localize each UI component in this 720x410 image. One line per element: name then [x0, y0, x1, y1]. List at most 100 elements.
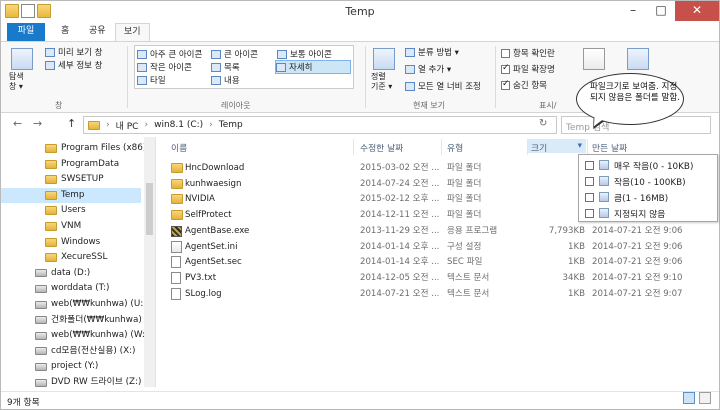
folder-icon	[171, 163, 183, 173]
maximize-button[interactable]: □	[647, 1, 675, 21]
column-header-modified[interactable]: 수정한 날짜	[360, 141, 403, 154]
file-size: 1KB	[568, 241, 585, 252]
column-header-created[interactable]: 만든 날짜	[592, 141, 627, 154]
layout-large-icons[interactable]: 큰 아이콘	[211, 48, 258, 60]
nav-item[interactable]: SWSETUP	[1, 172, 104, 187]
nav-item[interactable]: Windows	[1, 235, 100, 250]
layout-tiles[interactable]: 타일	[137, 74, 166, 86]
nav-item[interactable]: Users	[1, 203, 86, 218]
layout-list[interactable]: 목록	[211, 61, 240, 73]
breadcrumb-item-drive[interactable]: win8.1 (C:)	[154, 120, 203, 130]
file-icon	[171, 287, 181, 300]
file-name: PV3.txt	[185, 272, 217, 283]
column-divider[interactable]	[441, 139, 442, 155]
column-header-type[interactable]: 유형	[447, 141, 463, 154]
layout-content[interactable]: 내용	[211, 74, 240, 86]
tab-home[interactable]: 홈	[53, 23, 77, 41]
size-all-columns-button[interactable]: 모든 열 너비 조정	[405, 80, 481, 92]
column-divider[interactable]	[353, 139, 354, 155]
details-view-icon[interactable]	[683, 392, 695, 404]
folder-icon	[45, 222, 57, 231]
minimize-button[interactable]: –	[619, 1, 647, 21]
size-filter-option-small[interactable]: 작음(10 - 100KB)	[585, 174, 686, 188]
folder-icon	[171, 194, 183, 205]
file-row[interactable]: AgentSet.ini 2014-01-14 오후 ... 구성 설정 1KB 201…	[161, 240, 720, 255]
layout-extra-large-icons[interactable]: 아주 큰 아이콘	[137, 48, 202, 60]
nav-item[interactable]: Temp	[1, 187, 141, 203]
group-by-button[interactable]: 분류 방법 ▾	[405, 46, 459, 58]
filter-checkbox[interactable]	[585, 176, 594, 186]
nav-item[interactable]: XecureSSL	[1, 250, 107, 265]
navigation-pane-scrollbar[interactable]	[144, 137, 155, 387]
nav-item[interactable]: web(₩₩kunhwa) (W:)	[1, 328, 148, 343]
sort-by-button[interactable]: 정렬 기준 ▾	[371, 72, 392, 92]
nav-item[interactable]: data (D:)	[1, 266, 90, 281]
nav-item[interactable]: Program Files (x86)	[1, 141, 146, 156]
breadcrumb-item-this-pc[interactable]: 내 PC	[116, 119, 139, 132]
hidden-items-checkbox[interactable]	[501, 79, 510, 90]
breadcrumb-item-temp[interactable]: Temp	[219, 120, 243, 130]
item-checkboxes-option[interactable]: 항목 확인란	[501, 47, 555, 59]
nav-item-label: 건화폴더(₩₩kunhwa) (V:	[51, 314, 156, 325]
address-bar[interactable]: › 내 PC › win8.1 (C:) › Temp	[83, 116, 557, 134]
list-icon	[211, 62, 221, 72]
nav-item[interactable]: VNM	[1, 219, 81, 234]
nav-item[interactable]: ProgramData	[1, 157, 119, 172]
size-filter-option-tiny[interactable]: 매우 작음(0 - 10KB)	[585, 158, 693, 172]
drive-icon	[35, 269, 47, 278]
filter-dropdown-icon[interactable]: ▾	[578, 141, 582, 151]
navigation-pane-icon[interactable]	[11, 48, 33, 70]
hidden-items-option[interactable]: 숨긴 항목	[501, 79, 547, 91]
add-columns-icon	[405, 64, 415, 74]
size-filter-option-unspecified[interactable]: 지정되지 않음	[585, 206, 665, 220]
scrollbar-thumb[interactable]	[146, 183, 153, 235]
close-button[interactable]: ✕	[675, 1, 719, 21]
file-modified: 2014-12-05 오전 ...	[360, 272, 440, 283]
layout-details[interactable]: 자세히	[275, 60, 351, 74]
preview-pane-button[interactable]: 미리 보기 창	[45, 46, 103, 58]
layout-medium-icons[interactable]: 보통 아이콘	[277, 48, 332, 60]
file-row[interactable]: AgentBase.exe 2013-11-29 오전 ... 응용 프로그램 7,7…	[161, 224, 720, 239]
nav-item[interactable]: web(₩₩kunhwa) (U:)	[1, 297, 147, 312]
item-checkboxes-checkbox[interactable]	[501, 48, 510, 58]
file-extensions-option[interactable]: 파일 확장명	[501, 63, 555, 75]
options-icon[interactable]	[627, 48, 649, 70]
column-header-name[interactable]: 이름	[171, 141, 187, 154]
details-pane-button[interactable]: 세부 정보 창	[45, 59, 103, 71]
large-icons-view-icon[interactable]	[699, 392, 711, 404]
refresh-button[interactable]: ↻	[539, 118, 547, 129]
filter-checkbox[interactable]	[585, 208, 594, 218]
up-button[interactable]: ↑	[67, 117, 76, 130]
column-header-size[interactable]: 크기 ▾	[528, 139, 586, 154]
nav-item[interactable]: project (Y:)	[1, 359, 98, 374]
nav-item-label: VNM	[61, 221, 82, 231]
ribbon-tabs: 파일 홈 공유 보기	[1, 23, 719, 41]
column-divider[interactable]	[587, 139, 588, 155]
layout-small-icons[interactable]: 작은 아이콘	[137, 61, 192, 73]
back-button[interactable]: ←	[13, 117, 22, 130]
nav-item[interactable]: cd모음(전산실용) (X:)	[1, 344, 136, 359]
nav-item[interactable]: DVD RW 드라이브 (Z:)	[1, 375, 141, 387]
file-extensions-checkbox[interactable]	[501, 63, 510, 74]
add-columns-button[interactable]: 열 추가 ▾	[405, 63, 451, 75]
file-row[interactable]: PV3.txt 2014-12-05 오전 ... 텍스트 문서 34KB 2014-0…	[161, 271, 720, 286]
nav-item[interactable]: worddata (T:)	[1, 281, 109, 296]
navigation-pane-button[interactable]: 탐색 창 ▾	[9, 72, 24, 92]
forward-button[interactable]: →	[33, 117, 42, 130]
tab-share[interactable]: 공유	[81, 23, 114, 41]
tab-file[interactable]: 파일	[7, 23, 45, 41]
nav-item[interactable]: 건화폴더(₩₩kunhwa) (V:	[1, 313, 156, 328]
filter-checkbox[interactable]	[585, 192, 594, 202]
hide-selected-icon[interactable]	[583, 48, 605, 70]
group-label-current-view: 현재 보기	[413, 101, 445, 110]
tab-view[interactable]: 보기	[115, 23, 150, 41]
column-headers: 이름 수정한 날짜 유형 크기 ▾ 만든 날짜	[161, 139, 717, 155]
file-row[interactable]: AgentSet.sec 2014-01-14 오후 ... SEC 파일 1KB 20…	[161, 255, 720, 270]
filter-checkbox[interactable]	[585, 160, 594, 170]
file-row[interactable]: SLog.log 2014-07-21 오전 ... 텍스트 문서 1KB 2014-0…	[161, 287, 720, 302]
size-filter-option-large[interactable]: 큼(1 - 16MB)	[585, 190, 668, 204]
size-icon	[599, 176, 609, 186]
size-columns-icon	[405, 81, 415, 91]
sort-icon[interactable]	[373, 48, 395, 70]
folder-icon	[45, 175, 57, 185]
